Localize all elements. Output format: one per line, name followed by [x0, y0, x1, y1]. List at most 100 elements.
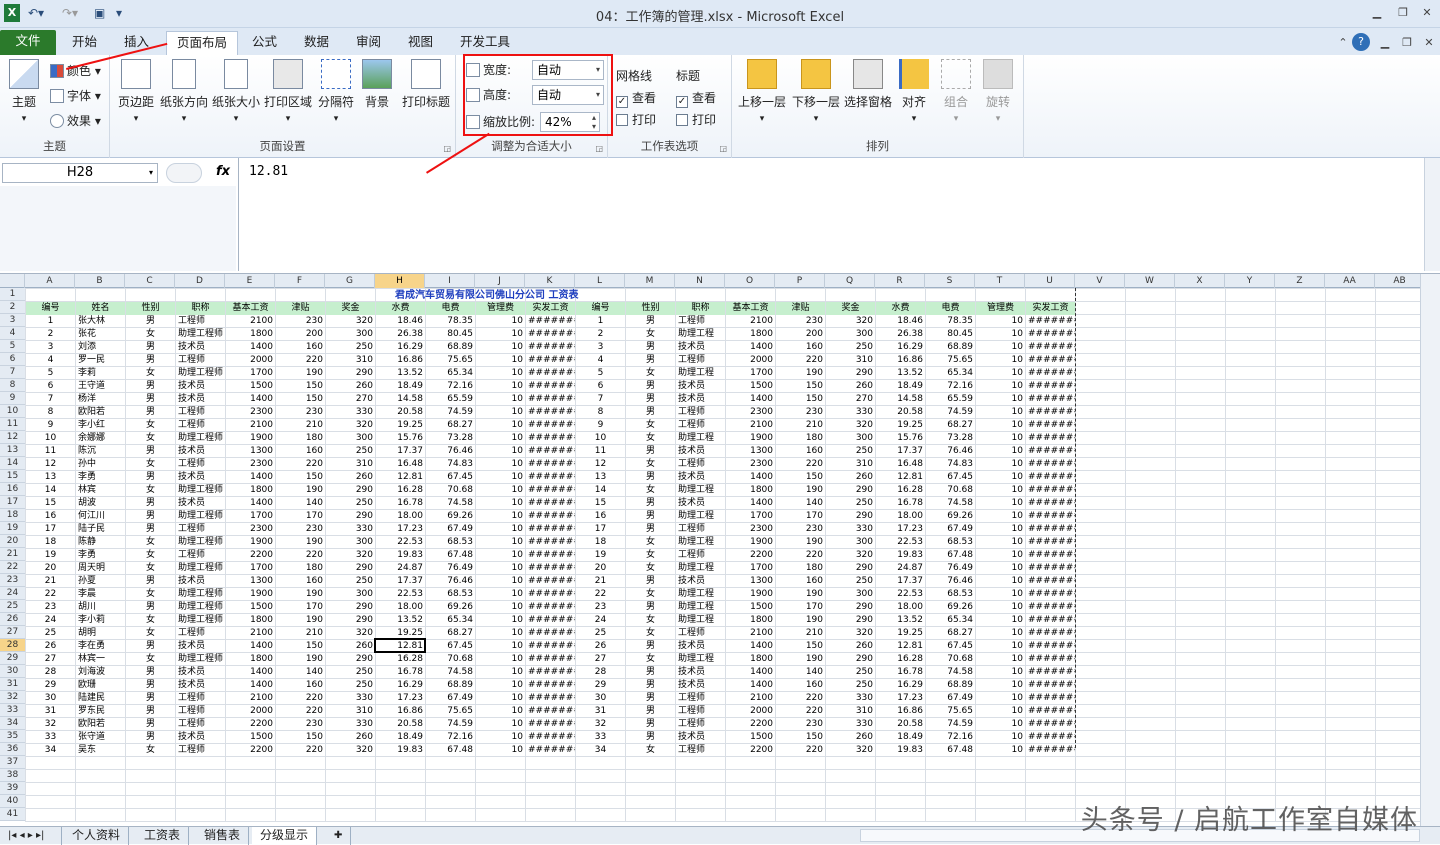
cell[interactable]: ####### — [526, 367, 575, 380]
cell[interactable]: 2200 — [726, 718, 775, 731]
column-header[interactable]: A — [25, 274, 75, 288]
cell[interactable]: 160 — [276, 341, 325, 354]
cell[interactable]: 10 — [976, 484, 1025, 497]
cell[interactable]: 220 — [276, 744, 325, 757]
cell[interactable]: 68.27 — [926, 627, 975, 640]
table-header[interactable]: 津贴 — [276, 302, 325, 315]
cell[interactable]: 2200 — [226, 549, 275, 562]
cell[interactable]: 16.28 — [876, 653, 925, 666]
cell[interactable]: 1800 — [226, 614, 275, 627]
cell[interactable]: 男 — [126, 471, 175, 484]
cell[interactable]: 16.29 — [876, 341, 925, 354]
cell[interactable]: 150 — [276, 640, 325, 653]
cell[interactable]: 260 — [326, 471, 375, 484]
column-header[interactable]: D — [175, 274, 225, 288]
cell[interactable]: 16.78 — [376, 497, 425, 510]
cell[interactable]: ####### — [526, 315, 575, 328]
cell[interactable]: ####### — [1026, 510, 1075, 523]
cell[interactable]: 16 — [576, 510, 625, 523]
cell[interactable]: 300 — [326, 536, 375, 549]
cell[interactable]: 助理工程 — [676, 484, 725, 497]
cell[interactable]: 周天明 — [76, 562, 125, 575]
cell[interactable]: 17.23 — [876, 692, 925, 705]
cell[interactable]: ####### — [526, 718, 575, 731]
cell[interactable]: 69.26 — [426, 601, 475, 614]
cell[interactable]: 75.65 — [426, 705, 475, 718]
row-header[interactable]: 17 — [0, 496, 25, 509]
column-header[interactable]: H — [375, 274, 425, 288]
cell[interactable]: 17.23 — [376, 523, 425, 536]
cell[interactable]: 技术员 — [676, 666, 725, 679]
cell[interactable]: 10 — [476, 627, 525, 640]
cell[interactable]: 22.53 — [876, 588, 925, 601]
cell[interactable]: 10 — [976, 692, 1025, 705]
table-header[interactable]: 奖金 — [826, 302, 875, 315]
cell[interactable]: 陈静 — [76, 536, 125, 549]
cell[interactable]: 72.16 — [426, 380, 475, 393]
sheet-nav-arrows-icon[interactable]: |◂ ◂ ▸ ▸| — [0, 827, 62, 845]
cell[interactable]: 16.29 — [876, 679, 925, 692]
cell[interactable]: 10 — [476, 666, 525, 679]
cell[interactable]: 69.26 — [926, 510, 975, 523]
cell[interactable]: 210 — [276, 627, 325, 640]
cell[interactable]: 150 — [276, 380, 325, 393]
sheet-tab-2[interactable]: 工资表 — [136, 827, 190, 845]
cell[interactable]: 10 — [476, 432, 525, 445]
cell[interactable]: 190 — [276, 367, 325, 380]
cell[interactable]: 140 — [276, 497, 325, 510]
cell[interactable]: 8 — [576, 406, 625, 419]
cell[interactable]: 9 — [576, 419, 625, 432]
cell[interactable]: 男 — [126, 731, 175, 744]
cell[interactable]: 67.49 — [926, 692, 975, 705]
cell[interactable]: 16 — [26, 510, 75, 523]
cell[interactable]: 16.28 — [876, 484, 925, 497]
cell[interactable]: 2100 — [226, 419, 275, 432]
cell[interactable]: 12.81 — [876, 471, 925, 484]
cell[interactable]: ####### — [526, 354, 575, 367]
table-header[interactable]: 职称 — [176, 302, 225, 315]
row-header[interactable]: 12 — [0, 431, 25, 444]
cell[interactable]: 10 — [976, 315, 1025, 328]
cell[interactable]: 男 — [626, 718, 675, 731]
cell[interactable]: 68.53 — [426, 536, 475, 549]
cell[interactable]: 2 — [576, 328, 625, 341]
cell[interactable]: ####### — [1026, 523, 1075, 536]
cell[interactable]: 10 — [576, 432, 625, 445]
cell[interactable]: 男 — [126, 380, 175, 393]
cell[interactable]: 10 — [476, 679, 525, 692]
cell[interactable]: 16.29 — [376, 679, 425, 692]
row-header[interactable]: 21 — [0, 548, 25, 561]
cell[interactable]: 男 — [626, 445, 675, 458]
table-header[interactable]: 实发工资 — [1026, 302, 1075, 315]
cell[interactable]: 160 — [776, 679, 825, 692]
cell[interactable]: 1400 — [726, 471, 775, 484]
row-header[interactable]: 36 — [0, 743, 25, 756]
cell[interactable]: 技术员 — [176, 341, 225, 354]
cell[interactable]: 女 — [126, 536, 175, 549]
cell[interactable]: 技术员 — [676, 393, 725, 406]
cell[interactable]: 男 — [126, 679, 175, 692]
cell[interactable]: 男 — [626, 640, 675, 653]
cell[interactable]: 技术员 — [176, 679, 225, 692]
cell[interactable]: 220 — [776, 549, 825, 562]
column-header[interactable]: B — [75, 274, 125, 288]
cell[interactable]: 15 — [26, 497, 75, 510]
cell[interactable]: 150 — [276, 731, 325, 744]
cell[interactable]: 工程师 — [176, 744, 225, 757]
cell[interactable]: 10 — [476, 471, 525, 484]
cell[interactable]: 男 — [126, 393, 175, 406]
cell[interactable]: 1500 — [726, 601, 775, 614]
cell[interactable]: ####### — [1026, 614, 1075, 627]
cell[interactable]: 29 — [576, 679, 625, 692]
cell[interactable]: 150 — [776, 380, 825, 393]
cell[interactable]: 10 — [976, 562, 1025, 575]
cell[interactable]: 15.76 — [376, 432, 425, 445]
select-all-corner[interactable] — [0, 274, 25, 288]
cell[interactable]: 男 — [626, 575, 675, 588]
cell[interactable]: 330 — [826, 718, 875, 731]
cell[interactable]: ####### — [1026, 419, 1075, 432]
cell[interactable]: 10 — [476, 393, 525, 406]
cell[interactable]: 73.28 — [426, 432, 475, 445]
cell[interactable]: 1300 — [226, 575, 275, 588]
column-header[interactable]: L — [575, 274, 625, 288]
